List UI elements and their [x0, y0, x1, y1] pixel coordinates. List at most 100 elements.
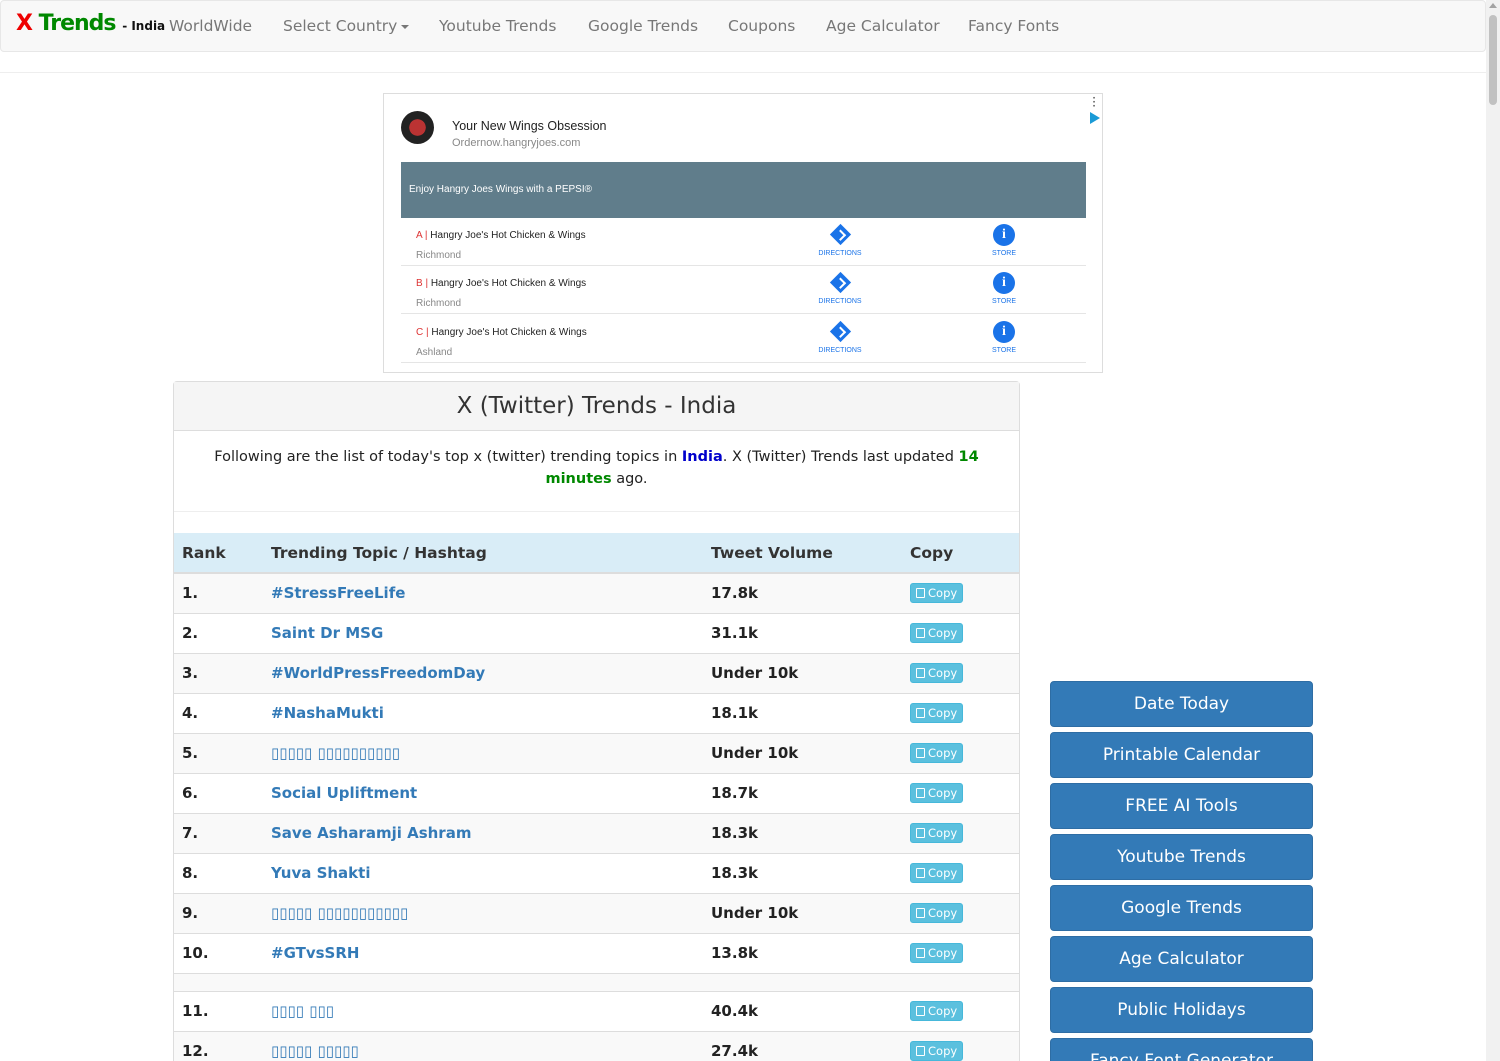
volume-cell: Under 10k: [703, 732, 902, 773]
copy-icon: [916, 828, 925, 838]
sidebar-button-free-ai-tools[interactable]: FREE AI Tools: [1050, 783, 1313, 829]
rank-cell: 1.: [174, 572, 263, 613]
volume-cell: Under 10k: [703, 892, 902, 933]
store-button[interactable]: i STORE: [974, 272, 1034, 305]
trend-topic-link[interactable]: ▯▯▯▯▯ ▯▯▯▯▯▯▯▯▯▯: [271, 744, 400, 762]
sidebar-button-age-calculator[interactable]: Age Calculator: [1050, 936, 1313, 982]
copy-button[interactable]: Copy: [910, 863, 964, 883]
adchoices-icon[interactable]: [1090, 112, 1100, 124]
nav-youtube-trends[interactable]: Youtube Trends: [439, 17, 556, 35]
table-row: 8. Yuva Shakti 18.3k Copy: [174, 852, 1019, 893]
copy-button[interactable]: Copy: [910, 1041, 964, 1061]
rank-cell: 10.: [174, 932, 263, 973]
ad-title[interactable]: Your New Wings Obsession: [452, 119, 606, 133]
intro-part-c: ago.: [611, 471, 648, 487]
nav-age-calculator[interactable]: Age Calculator: [826, 17, 940, 35]
store-button[interactable]: i STORE: [974, 224, 1034, 257]
table-spacer-cell: [174, 972, 1019, 991]
sidebar-button-google-trends[interactable]: Google Trends: [1050, 885, 1313, 931]
navbar: X Trends - India WorldWide Select Countr…: [0, 0, 1486, 52]
volume-cell: 40.4k: [703, 990, 902, 1031]
copy-button[interactable]: Copy: [910, 903, 964, 923]
trend-topic-link[interactable]: ▯▯▯▯▯ ▯▯▯▯▯: [271, 1042, 359, 1060]
scroll-up-arrow-icon[interactable]: [1489, 3, 1497, 8]
trend-topic-link[interactable]: Yuva Shakti: [271, 864, 370, 882]
rank-cell: 5.: [174, 732, 263, 773]
directions-button[interactable]: DIRECTIONS: [810, 223, 870, 257]
copy-button[interactable]: Copy: [910, 623, 964, 643]
copy-button[interactable]: Copy: [910, 743, 964, 763]
topic-cell: ▯▯▯▯▯ ▯▯▯▯▯▯▯▯▯▯: [263, 732, 703, 773]
ad-location[interactable]: C | Hangry Joe's Hot Chicken & Wings Ashl…: [401, 315, 1086, 363]
scrollbar[interactable]: [1486, 0, 1500, 1061]
nav-worldwide[interactable]: WorldWide: [169, 17, 252, 35]
advertisement[interactable]: Your New Wings Obsession Ordernow.hangry…: [383, 92, 1103, 373]
sidebar-button-printable-calendar[interactable]: Printable Calendar: [1050, 732, 1313, 778]
ad-menu-icon[interactable]: · · ·: [1092, 92, 1096, 112]
copy-button[interactable]: Copy: [910, 1001, 964, 1021]
brand-trends: Trends: [38, 11, 117, 36]
table-row: 7. Save Asharamji Ashram 18.3k Copy: [174, 812, 1019, 853]
directions-button[interactable]: DIRECTIONS: [810, 320, 870, 354]
copy-cell: Copy: [902, 652, 1019, 693]
ad-banner[interactable]: Enjoy Hangry Joes Wings with a PEPSI®: [401, 162, 1086, 218]
trend-topic-link[interactable]: ▯▯▯▯▯ ▯▯▯▯▯▯▯▯▯▯▯: [271, 904, 408, 922]
brand-x: X: [16, 11, 33, 36]
copy-button[interactable]: Copy: [910, 943, 964, 963]
copy-icon: [916, 628, 925, 638]
copy-cell: Copy: [902, 692, 1019, 733]
rank-cell: 2.: [174, 612, 263, 653]
trend-topic-link[interactable]: Social Upliftment: [271, 784, 417, 802]
ad-location[interactable]: B | Hangry Joe's Hot Chicken & Wings Rich…: [401, 266, 1086, 314]
directions-icon: [829, 320, 851, 343]
copy-button[interactable]: Copy: [910, 783, 964, 803]
copy-button[interactable]: Copy: [910, 823, 964, 843]
copy-icon: [916, 1006, 925, 1016]
sidebar-button-public-holidays[interactable]: Public Holidays: [1050, 987, 1313, 1033]
ad-url[interactable]: Ordernow.hangryjoes.com: [452, 137, 580, 149]
store-button[interactable]: i STORE: [974, 321, 1034, 354]
table-spacer: [174, 972, 1019, 991]
copy-icon: [916, 788, 925, 798]
sidebar-button-date-today[interactable]: Date Today: [1050, 681, 1313, 727]
ad-location-name[interactable]: C | Hangry Joe's Hot Chicken & Wings: [416, 327, 587, 338]
table-row: 3. #WorldPressFreedomDay Under 10k Copy: [174, 652, 1019, 693]
ad-location-name[interactable]: A | Hangry Joe's Hot Chicken & Wings: [416, 230, 586, 241]
volume-cell: 18.1k: [703, 692, 902, 733]
trend-topic-link[interactable]: Save Asharamji Ashram: [271, 824, 471, 842]
copy-button-label: Copy: [928, 746, 958, 760]
intro-country: India: [681, 449, 723, 465]
trend-topic-link[interactable]: #NashaMukti: [271, 704, 384, 722]
topic-cell: #StressFreeLife: [263, 572, 703, 613]
ad-location-name[interactable]: B | Hangry Joe's Hot Chicken & Wings: [416, 278, 586, 289]
copy-button[interactable]: Copy: [910, 583, 964, 604]
directions-button[interactable]: DIRECTIONS: [810, 271, 870, 305]
ad-location-title: Hangry Joe's Hot Chicken & Wings: [430, 278, 587, 289]
rank-cell: 9.: [174, 892, 263, 933]
brand-logo[interactable]: X Trends - India: [16, 11, 165, 36]
header-rank: Rank: [174, 533, 263, 574]
scroll-thumb[interactable]: [1489, 15, 1497, 105]
nav-coupons[interactable]: Coupons: [728, 17, 795, 35]
separator: |: [422, 278, 431, 289]
copy-button[interactable]: Copy: [910, 703, 964, 723]
ad-location[interactable]: A | Hangry Joe's Hot Chicken & Wings Rich…: [401, 218, 1086, 266]
nav-select-country[interactable]: Select Country: [283, 17, 410, 35]
topic-cell: Social Upliftment: [263, 772, 703, 813]
trend-topic-link[interactable]: #StressFreeLife: [271, 584, 405, 602]
nav-fancy-fonts[interactable]: Fancy Fonts: [968, 17, 1059, 35]
topic-cell: ▯▯▯▯▯ ▯▯▯▯▯▯▯▯▯▯▯: [263, 892, 703, 933]
trend-topic-link[interactable]: ▯▯▯▯ ▯▯▯: [271, 1002, 334, 1020]
copy-cell: Copy: [902, 852, 1019, 893]
nav-google-trends[interactable]: Google Trends: [588, 17, 698, 35]
rank-cell: 6.: [174, 772, 263, 813]
sidebar-button-youtube-trends[interactable]: Youtube Trends: [1050, 834, 1313, 880]
trend-topic-link[interactable]: #WorldPressFreedomDay: [271, 664, 485, 682]
sidebar-button-fancy-font-generator[interactable]: Fancy Font Generator: [1050, 1038, 1313, 1061]
topic-cell: #NashaMukti: [263, 692, 703, 733]
trend-topic-link[interactable]: Saint Dr MSG: [271, 624, 383, 642]
copy-icon: [916, 1046, 925, 1057]
info-icon: i: [993, 321, 1015, 343]
copy-button[interactable]: Copy: [910, 663, 964, 683]
trend-topic-link[interactable]: #GTvsSRH: [271, 944, 359, 962]
